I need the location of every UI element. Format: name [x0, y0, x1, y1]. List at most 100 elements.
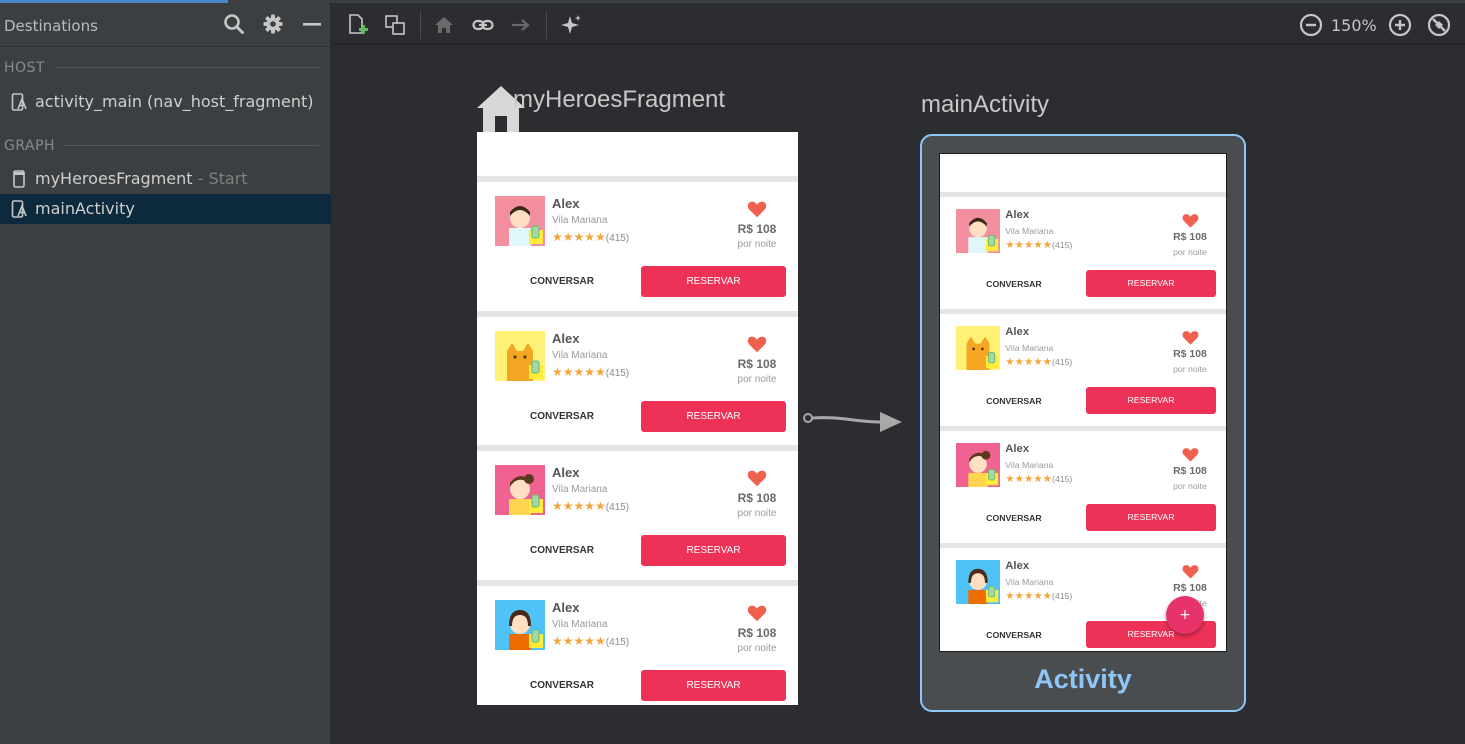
host-item-activity-main[interactable]: activity_main (nav_host_fragment): [0, 87, 331, 117]
price: R$ 108: [737, 222, 777, 236]
price: R$ 108: [737, 491, 777, 505]
graph-item-label: mainActivity: [35, 199, 135, 218]
activity-type-label: Activity: [1034, 664, 1132, 694]
reservar-button[interactable]: RESERVAR: [1086, 270, 1216, 298]
conversar-button[interactable]: CONVERSAR: [957, 396, 1070, 406]
host-location: Vila Mariana: [1005, 342, 1054, 353]
host-card[interactable]: Alex Vila Mariana ★★★★★(415) R$ 108 por noit…: [940, 197, 1226, 309]
host-location: Vila Mariana: [552, 215, 608, 226]
home-icon[interactable]: [432, 13, 456, 37]
review-count: (415): [1052, 356, 1073, 367]
host-card[interactable]: Alex Vila Mariana ★★★★★(415) R$ 108 por noit…: [477, 182, 798, 311]
host-name: Alex: [552, 465, 580, 480]
floating-action-button[interactable]: +: [1166, 596, 1204, 634]
host-name: Alex: [1005, 326, 1030, 339]
price: R$ 108: [1173, 582, 1207, 594]
boy-avatar-icon: [495, 196, 545, 250]
host-name: Alex: [1005, 560, 1030, 573]
host-card[interactable]: Alex Vila Mariana ★★★★★(415) R$ 108 por noit…: [940, 431, 1226, 543]
nested-graph-icon[interactable]: [383, 13, 407, 37]
conversar-button[interactable]: CONVERSAR: [957, 513, 1070, 523]
reservar-button[interactable]: RESERVAR: [641, 266, 786, 297]
price: R$ 108: [1173, 231, 1207, 243]
price-period: por noite: [737, 642, 777, 654]
new-destination-icon[interactable]: [346, 13, 370, 37]
reservar-button[interactable]: RESERVAR: [641, 535, 786, 566]
host-location: Vila Mariana: [552, 618, 608, 630]
action-arrow[interactable]: [800, 408, 905, 436]
gear-icon[interactable]: [262, 13, 284, 35]
favorite-heart-icon[interactable]: [746, 467, 768, 493]
price-period: por noite: [737, 508, 777, 519]
rating-stars: ★★★★★(415): [1005, 590, 1072, 602]
deeplink-icon[interactable]: [471, 13, 495, 37]
star-icons: ★★★★★: [1005, 472, 1053, 485]
search-icon[interactable]: [223, 13, 245, 35]
rating-stars: ★★★★★(415): [1005, 356, 1072, 368]
conversar-button[interactable]: CONVERSAR: [497, 276, 627, 287]
star-icons: ★★★★★: [552, 633, 606, 648]
star-icons: ★★★★★: [552, 364, 606, 379]
review-count: (415): [605, 367, 630, 379]
girl-avatar-icon: [495, 465, 545, 519]
zoom-in-icon[interactable]: [1388, 13, 1412, 37]
favorite-heart-icon[interactable]: [746, 333, 768, 359]
editor-toolbar: 150%: [332, 3, 1465, 45]
woman-avatar-icon: [955, 560, 1000, 608]
zoom-to-fit-icon[interactable]: [1427, 13, 1451, 37]
rating-stars: ★★★★★(415): [1005, 473, 1072, 485]
reservar-button[interactable]: RESERVAR: [1086, 387, 1216, 415]
reservar-button[interactable]: RESERVAR: [641, 669, 786, 701]
collapse-icon[interactable]: [301, 13, 323, 35]
price: R$ 108: [1173, 348, 1207, 360]
host-name: Alex: [1005, 209, 1030, 222]
price-period: por noite: [1173, 480, 1207, 491]
review-count: (415): [605, 502, 630, 513]
host-location: Vila Mariana: [552, 484, 608, 495]
toolbar-separator: [546, 11, 547, 39]
favorite-heart-icon[interactable]: [746, 602, 768, 628]
price: R$ 108: [737, 356, 777, 371]
conversar-button[interactable]: CONVERSAR: [497, 680, 627, 691]
price-period: por noite: [737, 239, 777, 250]
add-action-icon[interactable]: [509, 13, 533, 37]
price: R$ 108: [737, 625, 777, 640]
star-icons: ★★★★★: [1005, 589, 1053, 602]
host-card[interactable]: Alex Vila Mariana ★★★★★(415) R$ 108 por noit…: [940, 314, 1226, 426]
myheroesfragment-preview[interactable]: Alex Vila Mariana ★★★★★(415) R$ 108 por noit…: [477, 132, 798, 705]
host-location: Vila Mariana: [1005, 576, 1054, 587]
review-count: (415): [1052, 590, 1073, 601]
conversar-button[interactable]: CONVERSAR: [957, 630, 1070, 640]
conversar-button[interactable]: CONVERSAR: [957, 279, 1070, 289]
boy-avatar-icon: [955, 209, 1000, 257]
reservar-button[interactable]: RESERVAR: [641, 400, 786, 432]
fragment-title[interactable]: myHeroesFragment: [513, 86, 725, 114]
cat-avatar-icon: [955, 326, 1000, 374]
zoom-out-icon[interactable]: [1299, 13, 1323, 37]
host-card[interactable]: Alex Vila Mariana ★★★★★(415) R$ 108 por noit…: [477, 317, 798, 446]
host-card[interactable]: Alex Vila Mariana ★★★★★(415) R$ 108 por noit…: [477, 586, 798, 706]
price-period: por noite: [1173, 363, 1207, 374]
navigation-editor: Destinations HOST activity_main (nav_hos…: [0, 0, 1465, 744]
destinations-header: Destinations: [0, 3, 331, 47]
star-icons: ★★★★★: [1005, 238, 1053, 251]
favorite-heart-icon[interactable]: [1181, 445, 1200, 468]
reservar-button[interactable]: RESERVAR: [1086, 504, 1216, 532]
favorite-heart-icon[interactable]: [1181, 562, 1200, 585]
host-card[interactable]: Alex Vila Mariana ★★★★★(415) R$ 108 por noit…: [477, 451, 798, 580]
destinations-panel: Destinations HOST activity_main (nav_hos…: [0, 3, 331, 744]
mainactivity-preview[interactable]: Alex Vila Mariana ★★★★★(415) R$ 108 por noit…: [939, 153, 1227, 652]
favorite-heart-icon[interactable]: [1181, 328, 1200, 351]
graph-item-myheroesfragment[interactable]: myHeroesFragment - Start: [0, 164, 331, 194]
graph-section-label: GRAPH: [4, 138, 56, 154]
activity-layout-icon: [10, 93, 28, 111]
conversar-button[interactable]: CONVERSAR: [497, 545, 627, 556]
graph-item-mainactivity[interactable]: mainActivity: [0, 194, 331, 224]
girl-avatar-icon: [955, 443, 1000, 491]
favorite-heart-icon[interactable]: [1181, 211, 1200, 234]
cat-avatar-icon: [495, 330, 545, 385]
favorite-heart-icon[interactable]: [746, 198, 768, 224]
activity-title[interactable]: mainActivity: [921, 91, 1049, 119]
conversar-button[interactable]: CONVERSAR: [497, 411, 627, 422]
auto-arrange-icon[interactable]: [559, 13, 583, 37]
